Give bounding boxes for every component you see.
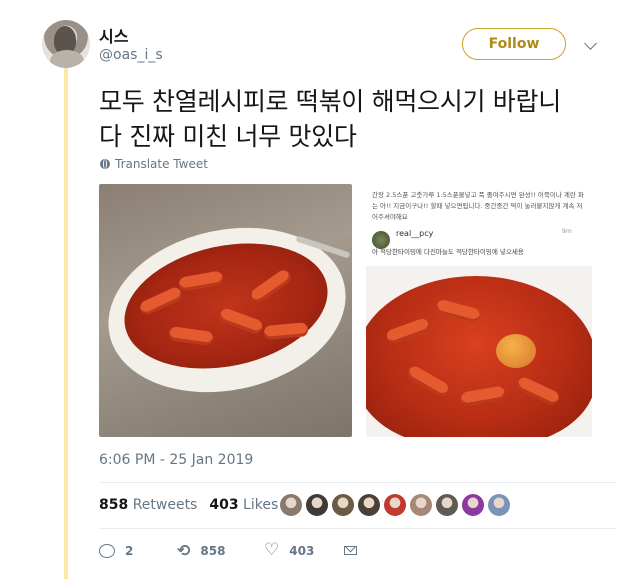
liker-avatar[interactable]: [306, 494, 328, 516]
retweets-label: Retweets: [132, 497, 198, 513]
embedded-username: real__pcy: [396, 229, 434, 238]
liker-avatar[interactable]: [410, 494, 432, 516]
avatar-body: [50, 50, 84, 68]
thread-accent-bar: [64, 64, 68, 579]
heart-icon: ♡: [264, 540, 280, 560]
direct-message-button[interactable]: [344, 546, 357, 555]
like-button[interactable]: ♡ 403: [264, 542, 344, 559]
retweet-button[interactable]: ⟲ 858: [177, 540, 264, 560]
reply-button[interactable]: 2: [99, 543, 177, 558]
liker-avatar[interactable]: [462, 494, 484, 516]
tweet-photo-1[interactable]: [99, 184, 352, 437]
likes-count: 403: [209, 497, 239, 513]
tweet-stats: 858 Retweets 403 Likes: [99, 497, 278, 513]
embedded-comment-time: 9m: [562, 228, 572, 235]
tweet-text-line-2: 다 진짜 미친 너무 맛있다: [99, 122, 357, 151]
bowl-sauce: [366, 276, 592, 437]
liker-avatar[interactable]: [332, 494, 354, 516]
tweet-timestamp[interactable]: 6:06 PM - 25 Jan 2019: [99, 452, 253, 468]
envelope-icon: [344, 546, 357, 555]
follow-button[interactable]: Follow: [462, 28, 566, 60]
liker-avatar[interactable]: [280, 494, 302, 516]
retweets-count: 858: [99, 497, 129, 513]
tweet-actions: 2 ⟲ 858 ♡ 403: [99, 542, 357, 559]
tweet-photo-2[interactable]: 간장 2.5스푼 고춧가루 1.5스푼물넣고 푹 졸여주시면 완성!! 어묵이나…: [366, 184, 592, 437]
translate-tweet-link[interactable]: Translate Tweet: [100, 157, 208, 171]
likes-label: Likes: [243, 497, 279, 513]
embedded-caption: 간장 2.5스푼 고춧가루 1.5스푼물넣고 푹 졸여주시면 완성!! 어묵이나…: [372, 191, 584, 221]
liker-avatar[interactable]: [488, 494, 510, 516]
divider: [99, 528, 616, 529]
globe-icon: [100, 159, 110, 169]
boiled-egg: [496, 334, 536, 368]
likes-stat[interactable]: 403 Likes: [209, 497, 278, 513]
liker-avatars: [280, 494, 510, 516]
reply-icon: [99, 543, 115, 558]
username[interactable]: @oas_i_s: [99, 47, 163, 63]
liker-avatar[interactable]: [358, 494, 380, 516]
chevron-down-icon[interactable]: [584, 37, 597, 50]
avatar[interactable]: [42, 20, 90, 68]
reply-count: 2: [125, 543, 134, 558]
retweet-count: 858: [200, 543, 226, 558]
divider: [99, 482, 616, 483]
retweet-icon: ⟲: [177, 540, 191, 560]
translate-label: Translate Tweet: [115, 157, 208, 171]
display-name[interactable]: 시스: [99, 23, 128, 47]
retweets-stat[interactable]: 858 Retweets: [99, 497, 197, 513]
tweet-text: 모두 찬열레시피로 떡볶이 해먹으시기 바랍니 다 진짜 미친 너무 맛있다: [99, 84, 599, 154]
liker-avatar[interactable]: [436, 494, 458, 516]
embedded-comment: 아 적당한타이밍에 다진마늘도 적당한타이밍에 넣으세용: [372, 248, 524, 256]
liker-avatar[interactable]: [384, 494, 406, 516]
tweet-text-line-1: 모두 찬열레시피로 떡볶이 해먹으시기 바랍니: [99, 87, 561, 116]
like-count: 403: [289, 543, 315, 558]
